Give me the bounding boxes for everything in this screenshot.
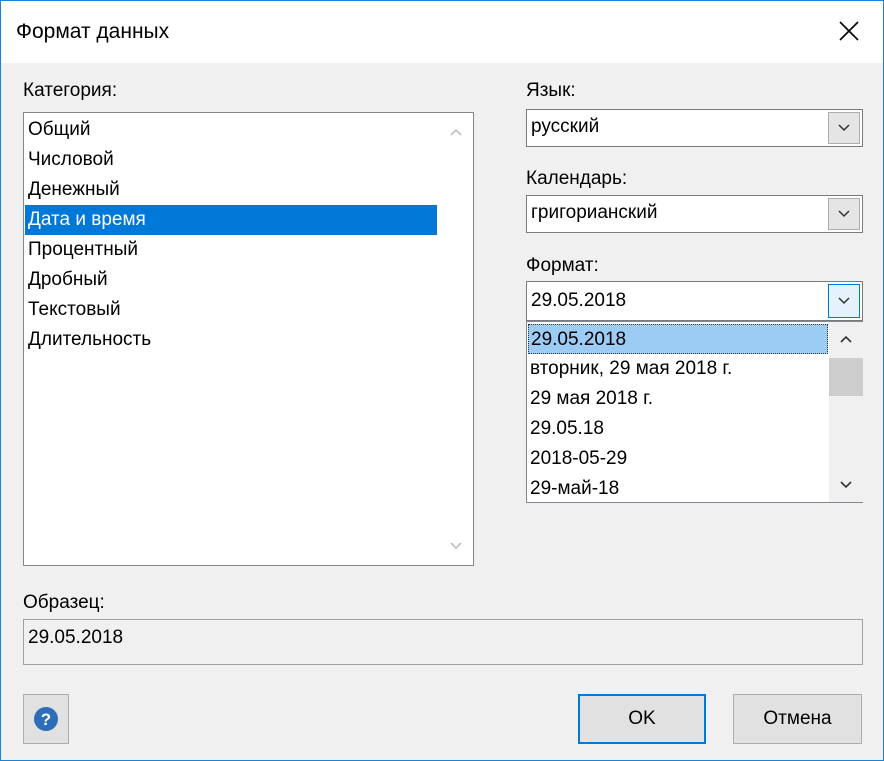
chevron-down-icon — [838, 210, 850, 218]
chevron-up-icon — [450, 128, 462, 136]
language-label: Язык: — [526, 80, 576, 101]
calendar-value: григорианский — [531, 202, 658, 223]
format-option[interactable]: 2018-05-29 — [528, 444, 828, 474]
sample-label: Образец: — [23, 592, 105, 613]
chevron-down-icon — [840, 481, 852, 489]
format-option[interactable]: 29 мая 2018 г. — [528, 384, 828, 414]
language-select[interactable]: русский — [526, 109, 863, 147]
language-dropdown-button[interactable] — [828, 112, 860, 144]
sample-box: 29.05.2018 — [23, 619, 863, 665]
format-select[interactable]: 29.05.2018 — [526, 281, 863, 321]
format-scrollbar[interactable] — [829, 322, 863, 502]
chevron-up-icon — [840, 335, 852, 343]
title-bar: Формат данных — [1, 1, 883, 63]
list-item[interactable]: Процентный — [25, 235, 440, 265]
sample-value: 29.05.2018 — [28, 627, 124, 648]
format-option[interactable]: вторник, 29 мая 2018 г. — [528, 354, 828, 384]
scroll-thumb[interactable] — [829, 358, 863, 396]
list-item[interactable]: Общий — [25, 115, 440, 145]
scroll-down-button[interactable] — [439, 531, 473, 561]
chevron-down-icon — [838, 297, 850, 305]
category-label: Категория: — [23, 80, 118, 101]
scroll-down-button[interactable] — [829, 470, 863, 500]
list-item[interactable]: Денежный — [25, 175, 440, 205]
calendar-dropdown-button[interactable] — [828, 198, 860, 230]
dialog-title: Формат данных — [16, 20, 170, 43]
list-item[interactable]: Дробный — [25, 265, 440, 295]
format-option[interactable]: 29-май-18 — [528, 474, 828, 504]
help-icon: ? — [34, 707, 58, 731]
format-dropdown-button[interactable] — [828, 284, 860, 318]
chevron-down-icon — [450, 542, 462, 550]
format-option[interactable]: 29.05.18 — [528, 414, 828, 444]
format-option-selected[interactable]: 29.05.2018 — [528, 324, 828, 354]
ok-button[interactable]: OK — [578, 694, 706, 744]
help-button[interactable]: ? — [23, 694, 69, 744]
calendar-select[interactable]: григорианский — [526, 195, 863, 233]
scroll-up-button[interactable] — [439, 117, 473, 147]
format-label: Формат: — [526, 255, 599, 276]
language-value: русский — [531, 116, 600, 137]
list-item-selected[interactable]: Дата и время — [25, 205, 437, 235]
svg-text:?: ? — [41, 710, 51, 729]
calendar-label: Календарь: — [526, 168, 628, 189]
chevron-down-icon — [838, 124, 850, 132]
list-item[interactable]: Длительность — [25, 325, 440, 355]
list-item[interactable]: Числовой — [25, 145, 440, 175]
close-icon — [839, 21, 859, 41]
list-item[interactable]: Текстовый — [25, 295, 440, 325]
cancel-button[interactable]: Отмена — [733, 694, 862, 744]
category-list[interactable]: Общий Числовой Денежный Дата и время Про… — [23, 112, 474, 566]
category-scrollbar[interactable] — [439, 113, 473, 565]
scroll-up-button[interactable] — [829, 324, 863, 354]
format-value: 29.05.2018 — [531, 290, 627, 311]
format-options-list[interactable]: 29.05.2018 вторник, 29 мая 2018 г. 29 ма… — [526, 321, 863, 503]
close-button[interactable] — [823, 9, 875, 53]
format-data-dialog: Формат данных Категория: Общий Числовой … — [0, 0, 884, 761]
